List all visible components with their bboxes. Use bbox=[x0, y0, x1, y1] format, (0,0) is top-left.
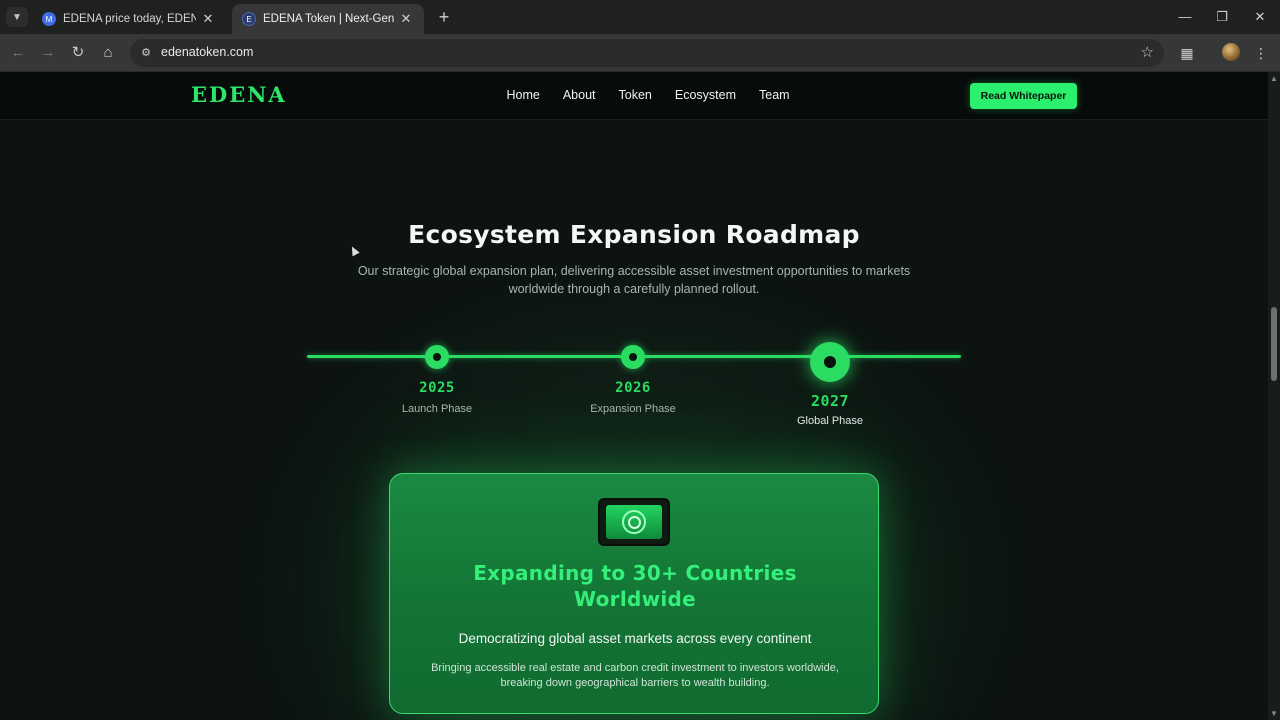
card-body: Bringing accessible real estate and carb… bbox=[431, 662, 839, 689]
profile-avatar[interactable] bbox=[1222, 43, 1240, 61]
main-nav: Home About Token Ecosystem Team bbox=[495, 88, 801, 102]
milestone-year: 2027 bbox=[810, 392, 850, 410]
roadmap-title: Ecosystem Expansion Roadmap bbox=[408, 220, 860, 249]
forward-icon[interactable]: → bbox=[36, 41, 60, 65]
browser-toolbar: ← → ↻ ⌂ ⚙ edenatoken.com ☆ ▦ ⋮ bbox=[0, 34, 1280, 72]
milestone-phase: Expansion Phase bbox=[590, 403, 676, 415]
globe-target-icon bbox=[598, 498, 670, 546]
site-header: EDENA Home About Token Ecosystem Team Re… bbox=[0, 72, 1268, 120]
edena-icon: E bbox=[242, 12, 256, 26]
minimize-icon[interactable]: — bbox=[1174, 6, 1196, 28]
nav-about[interactable]: About bbox=[563, 88, 596, 102]
reload-icon[interactable]: ↻ bbox=[66, 41, 90, 65]
nav-home[interactable]: Home bbox=[507, 88, 540, 102]
nav-ecosystem[interactable]: Ecosystem bbox=[675, 88, 736, 102]
milestone-detail-card: Expanding to 30+ Countries Worldwide Dem… bbox=[389, 473, 879, 714]
milestone-node-2027[interactable] bbox=[810, 342, 850, 382]
scrollbar-thumb[interactable] bbox=[1271, 307, 1277, 381]
card-subtitle: Democratizing global asset markets acros… bbox=[458, 631, 812, 646]
milestone-node-2025[interactable] bbox=[425, 345, 449, 369]
roadmap-subtitle: Our strategic global expansion plan, del… bbox=[357, 264, 911, 296]
milestone-phase: Launch Phase bbox=[401, 403, 473, 415]
scroll-up-icon[interactable]: ▲ bbox=[1270, 74, 1278, 83]
home-icon[interactable]: ⌂ bbox=[96, 41, 120, 65]
nav-team[interactable]: Team bbox=[759, 88, 790, 102]
site-info-icon[interactable]: ⚙ bbox=[138, 45, 154, 61]
milestone-year: 2025 bbox=[419, 380, 455, 396]
close-icon[interactable]: ✕ bbox=[398, 11, 414, 27]
site-logo[interactable]: EDENA bbox=[191, 82, 287, 107]
url-text: edenatoken.com bbox=[161, 45, 254, 59]
nav-token[interactable]: Token bbox=[619, 88, 652, 102]
tab-title: EDENA Token | Next-Generation bbox=[263, 13, 394, 25]
bookmark-star-icon[interactable]: ☆ bbox=[1141, 43, 1154, 61]
address-bar[interactable]: ⚙ edenatoken.com ☆ bbox=[130, 39, 1164, 67]
coinmarketcap-icon: M bbox=[42, 12, 56, 26]
browser-tab-1[interactable]: M EDENA price today, EDENA to U ✕ bbox=[32, 4, 226, 34]
browser-tabstrip: ▼ M EDENA price today, EDENA to U ✕ E ED… bbox=[0, 0, 1280, 34]
milestone-node-2026[interactable] bbox=[621, 345, 645, 369]
card-title: Expanding to 30+ Countries Worldwide bbox=[473, 561, 797, 611]
extensions-icon[interactable]: ▦ bbox=[1176, 42, 1198, 64]
scroll-down-icon[interactable]: ▼ bbox=[1270, 709, 1278, 718]
read-whitepaper-button[interactable]: Read Whitepaper bbox=[970, 83, 1077, 109]
page-viewport: EDENA Home About Token Ecosystem Team Re… bbox=[0, 72, 1268, 720]
new-tab-button[interactable]: + bbox=[434, 7, 454, 27]
page-scrollbar[interactable]: ▲ ▼ bbox=[1268, 72, 1280, 720]
close-icon[interactable]: ✕ bbox=[200, 11, 216, 27]
browser-tab-2[interactable]: E EDENA Token | Next-Generation ✕ bbox=[232, 4, 424, 34]
back-icon[interactable]: ← bbox=[6, 41, 30, 65]
window-close-icon[interactable]: ✕ bbox=[1249, 6, 1271, 28]
tab-title: EDENA price today, EDENA to U bbox=[63, 13, 196, 25]
menu-dots-icon[interactable]: ⋮ bbox=[1250, 42, 1272, 64]
milestone-year: 2026 bbox=[615, 380, 651, 396]
milestone-phase: Global Phase bbox=[796, 415, 864, 427]
restore-icon[interactable]: ❐ bbox=[1211, 6, 1233, 28]
tab-search-button[interactable]: ▼ bbox=[6, 7, 28, 27]
